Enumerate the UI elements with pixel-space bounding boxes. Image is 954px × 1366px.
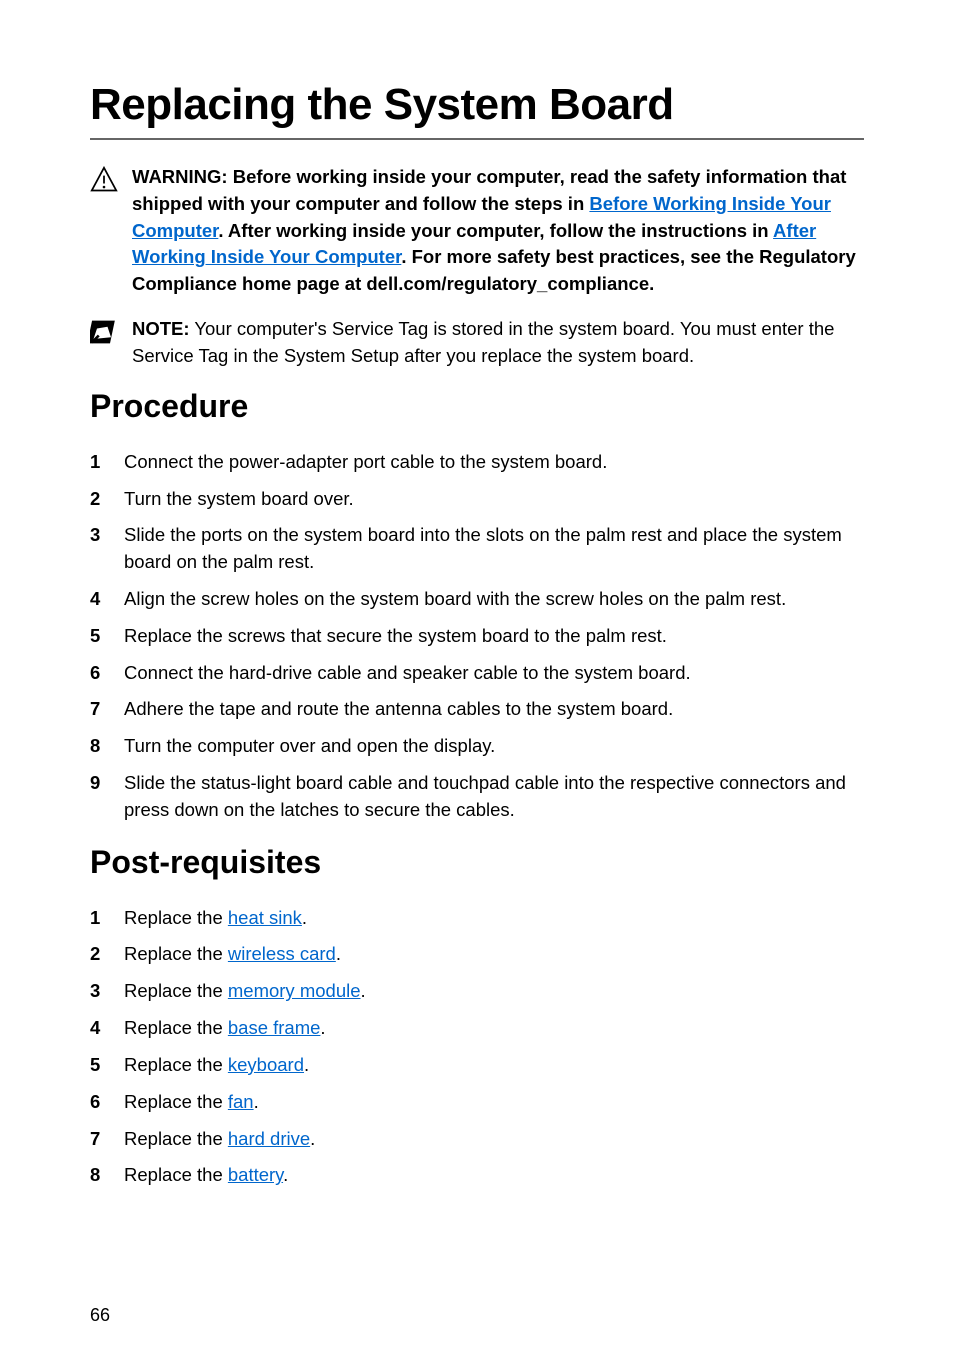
warning-callout: WARNING: Before working inside your comp… xyxy=(90,164,864,298)
list-item: 7Adhere the tape and route the antenna c… xyxy=(90,696,864,723)
prefix: Replace the xyxy=(124,980,228,1001)
prefix: Replace the xyxy=(124,1128,228,1149)
list-text: Slide the status-light board cable and t… xyxy=(124,770,864,824)
list-item: 1Connect the power-adapter port cable to… xyxy=(90,449,864,476)
link-keyboard[interactable]: keyboard xyxy=(228,1054,304,1075)
list-number: 3 xyxy=(90,522,124,549)
list-text: Align the screw holes on the system boar… xyxy=(124,586,864,613)
list-item: 3Replace the memory module. xyxy=(90,978,864,1005)
list-text: Replace the battery. xyxy=(124,1162,864,1189)
list-item: 5Replace the screws that secure the syst… xyxy=(90,623,864,650)
list-text: Replace the heat sink. xyxy=(124,905,864,932)
list-number: 8 xyxy=(90,733,124,760)
list-item: 3Slide the ports on the system board int… xyxy=(90,522,864,576)
prefix: Replace the xyxy=(124,1017,228,1038)
prefix: Replace the xyxy=(124,907,228,928)
list-item: 2Replace the wireless card. xyxy=(90,941,864,968)
note-callout: NOTE: Your computer's Service Tag is sto… xyxy=(90,316,864,370)
list-number: 1 xyxy=(90,905,124,932)
list-text: Replace the memory module. xyxy=(124,978,864,1005)
link-hard-drive[interactable]: hard drive xyxy=(228,1128,310,1149)
list-text: Replace the fan. xyxy=(124,1089,864,1116)
post-requisites-heading: Post-requisites xyxy=(90,844,864,881)
list-text: Replace the base frame. xyxy=(124,1015,864,1042)
list-number: 7 xyxy=(90,696,124,723)
link-fan[interactable]: fan xyxy=(228,1091,254,1112)
list-text: Replace the hard drive. xyxy=(124,1126,864,1153)
procedure-list: 1Connect the power-adapter port cable to… xyxy=(90,449,864,824)
post-requisites-list: 1Replace the heat sink. 2Replace the wir… xyxy=(90,905,864,1190)
note-text: Your computer's Service Tag is stored in… xyxy=(132,318,834,366)
list-number: 3 xyxy=(90,978,124,1005)
list-number: 1 xyxy=(90,449,124,476)
list-text: Turn the computer over and open the disp… xyxy=(124,733,864,760)
list-number: 4 xyxy=(90,586,124,613)
warning-text: WARNING: Before working inside your comp… xyxy=(132,164,864,298)
link-base-frame[interactable]: base frame xyxy=(228,1017,321,1038)
procedure-heading: Procedure xyxy=(90,388,864,425)
list-item: 2Turn the system board over. xyxy=(90,486,864,513)
link-battery[interactable]: battery xyxy=(228,1164,283,1185)
list-item: 6Replace the fan. xyxy=(90,1089,864,1116)
list-text: Replace the wireless card. xyxy=(124,941,864,968)
list-number: 5 xyxy=(90,1052,124,1079)
list-item: 7Replace the hard drive. xyxy=(90,1126,864,1153)
list-text: Replace the keyboard. xyxy=(124,1052,864,1079)
list-item: 4Align the screw holes on the system boa… xyxy=(90,586,864,613)
link-heat-sink[interactable]: heat sink xyxy=(228,907,302,928)
list-number: 9 xyxy=(90,770,124,797)
list-text: Connect the power-adapter port cable to … xyxy=(124,449,864,476)
warning-text-2: . After working inside your computer, fo… xyxy=(218,220,773,241)
prefix: Replace the xyxy=(124,1054,228,1075)
list-number: 2 xyxy=(90,941,124,968)
note-label: NOTE: xyxy=(132,318,190,339)
list-number: 2 xyxy=(90,486,124,513)
title-divider xyxy=(90,138,864,140)
prefix: Replace the xyxy=(124,1164,228,1185)
list-item: 6Connect the hard-drive cable and speake… xyxy=(90,660,864,687)
page-number: 66 xyxy=(90,1305,110,1326)
list-item: 4Replace the base frame. xyxy=(90,1015,864,1042)
note-text-block: NOTE: Your computer's Service Tag is sto… xyxy=(132,316,864,370)
list-number: 5 xyxy=(90,623,124,650)
list-item: 8Replace the battery. xyxy=(90,1162,864,1189)
list-text: Connect the hard-drive cable and speaker… xyxy=(124,660,864,687)
warning-icon xyxy=(90,166,132,199)
prefix: Replace the xyxy=(124,1091,228,1112)
warning-label: WARNING: xyxy=(132,166,228,187)
list-number: 8 xyxy=(90,1162,124,1189)
list-item: 5Replace the keyboard. xyxy=(90,1052,864,1079)
list-item: 1Replace the heat sink. xyxy=(90,905,864,932)
list-number: 7 xyxy=(90,1126,124,1153)
link-memory-module[interactable]: memory module xyxy=(228,980,361,1001)
link-wireless-card[interactable]: wireless card xyxy=(228,943,336,964)
list-text: Slide the ports on the system board into… xyxy=(124,522,864,576)
list-number: 6 xyxy=(90,660,124,687)
list-item: 9Slide the status-light board cable and … xyxy=(90,770,864,824)
list-text: Turn the system board over. xyxy=(124,486,864,513)
list-number: 6 xyxy=(90,1089,124,1116)
list-item: 8Turn the computer over and open the dis… xyxy=(90,733,864,760)
note-icon xyxy=(90,318,132,351)
list-text: Adhere the tape and route the antenna ca… xyxy=(124,696,864,723)
prefix: Replace the xyxy=(124,943,228,964)
list-text: Replace the screws that secure the syste… xyxy=(124,623,864,650)
list-number: 4 xyxy=(90,1015,124,1042)
page-title: Replacing the System Board xyxy=(90,80,864,130)
